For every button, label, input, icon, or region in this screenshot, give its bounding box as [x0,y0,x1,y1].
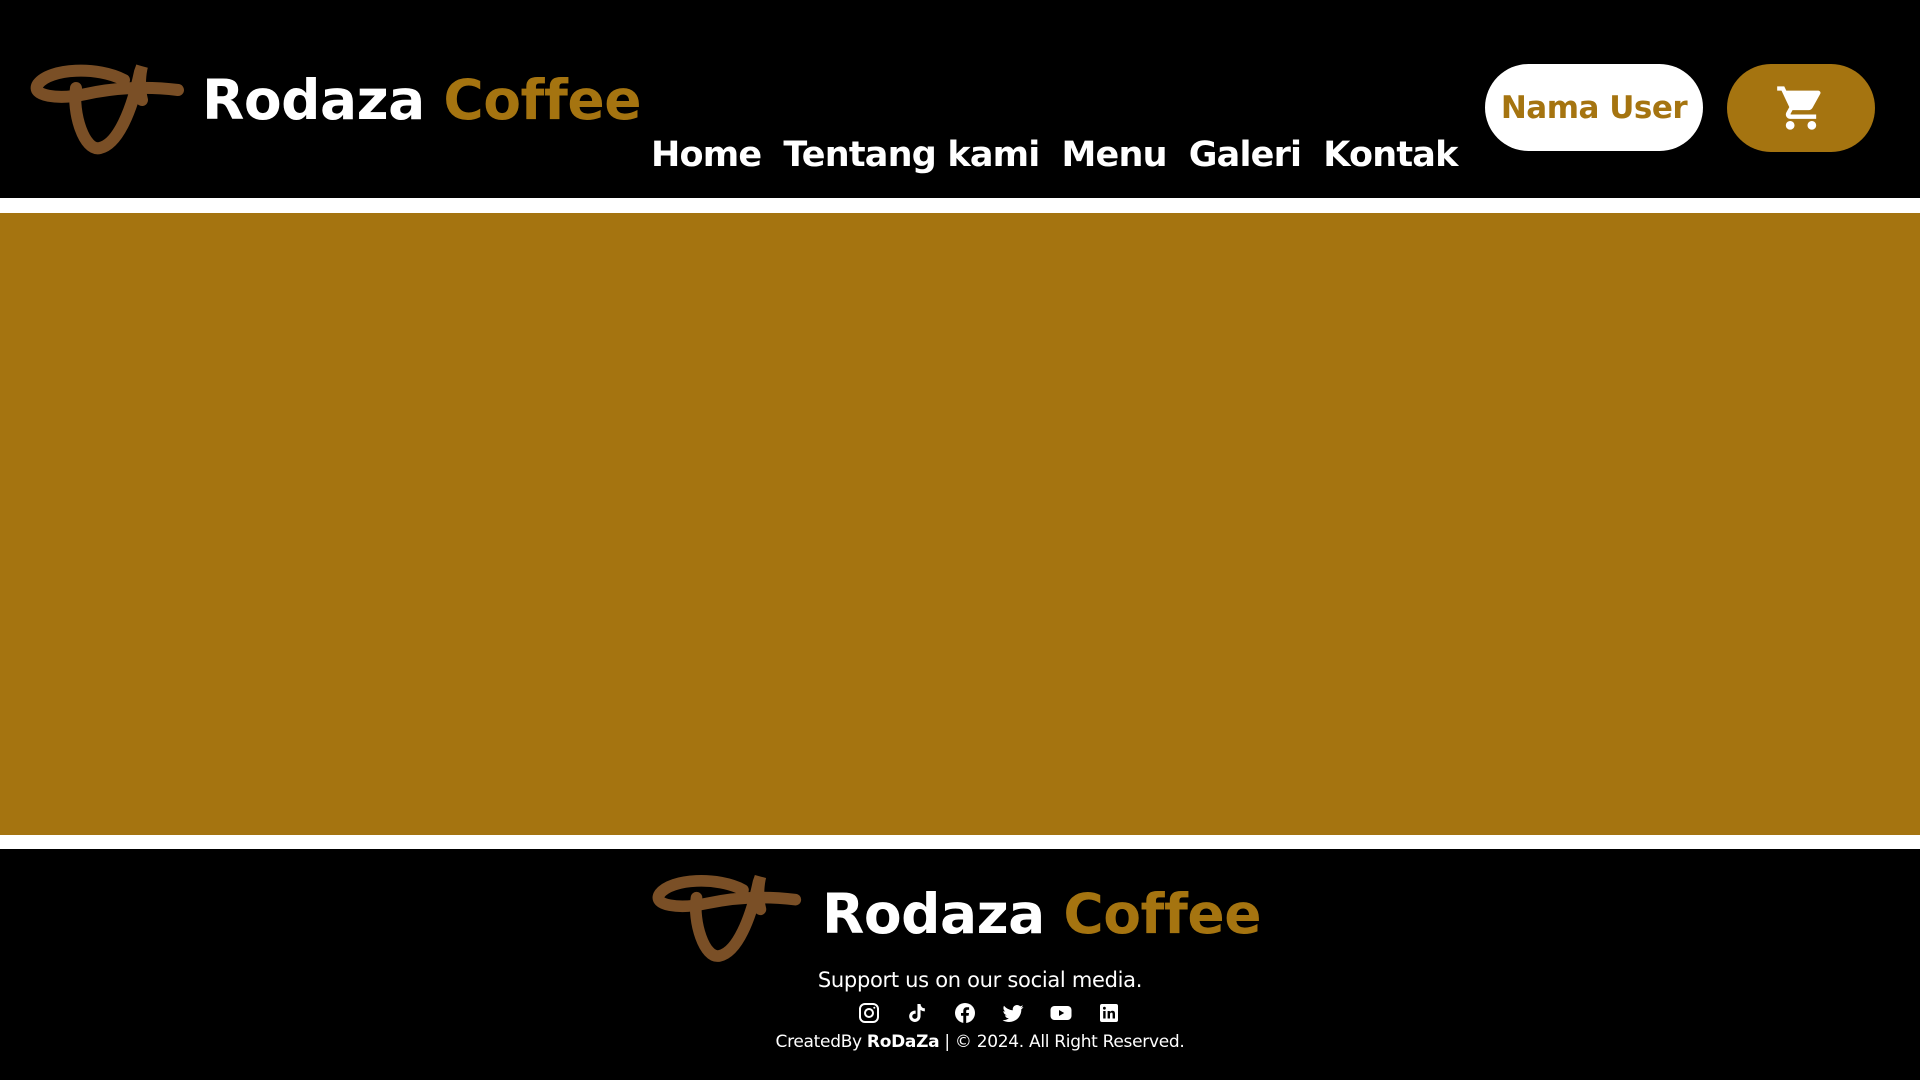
main-nav: Home Tentang kami Menu Galeri Kontak [651,130,1458,180]
nav-menu[interactable]: Menu [1062,130,1168,180]
instagram-icon[interactable] [845,997,893,1029]
shopping-cart-icon [1777,86,1821,130]
user-button[interactable]: Nama User [1485,64,1703,151]
copyright-author: RoDaZa [866,1032,940,1052]
footer-copyright: CreatedBy RoDaZa | © 2024. All Right Res… [0,1029,1920,1055]
logo-icon[interactable] [28,60,188,160]
social-links [845,997,1133,1029]
footer-brand-word-rodaza: Rodaza [822,882,1045,946]
twitter-icon[interactable] [989,997,1037,1029]
footer-brand-word-coffee: Coffee [1063,882,1262,946]
brand-word-coffee: Coffee [443,68,642,132]
facebook-icon[interactable] [941,997,989,1029]
linkedin-icon[interactable] [1085,997,1133,1029]
footer-brand-name: Rodaza Coffee [822,874,1262,954]
main-content-area [0,213,1920,835]
footer-support-text: Support us on our social media. [817,968,1143,992]
footer-logo-icon [650,869,805,969]
nav-galeri[interactable]: Galeri [1189,130,1302,180]
header-divider [0,198,1920,213]
nav-tentang-kami[interactable]: Tentang kami [783,130,1040,180]
copyright-prefix: CreatedBy [775,1032,867,1052]
footer-divider [0,835,1920,849]
brand-name[interactable]: Rodaza Coffee [202,62,642,138]
brand-word-rodaza: Rodaza [202,68,425,132]
nav-kontak[interactable]: Kontak [1323,130,1458,180]
site-header: Rodaza Coffee Home Tentang kami Menu Gal… [0,0,1920,198]
tiktok-icon[interactable] [893,997,941,1029]
copyright-suffix: | © 2024. All Right Reserved. [939,1032,1185,1052]
nav-home[interactable]: Home [651,130,762,180]
cart-button[interactable] [1727,64,1875,152]
site-footer: Rodaza Coffee Support us on our social m… [0,849,1920,1080]
youtube-icon[interactable] [1037,997,1085,1029]
